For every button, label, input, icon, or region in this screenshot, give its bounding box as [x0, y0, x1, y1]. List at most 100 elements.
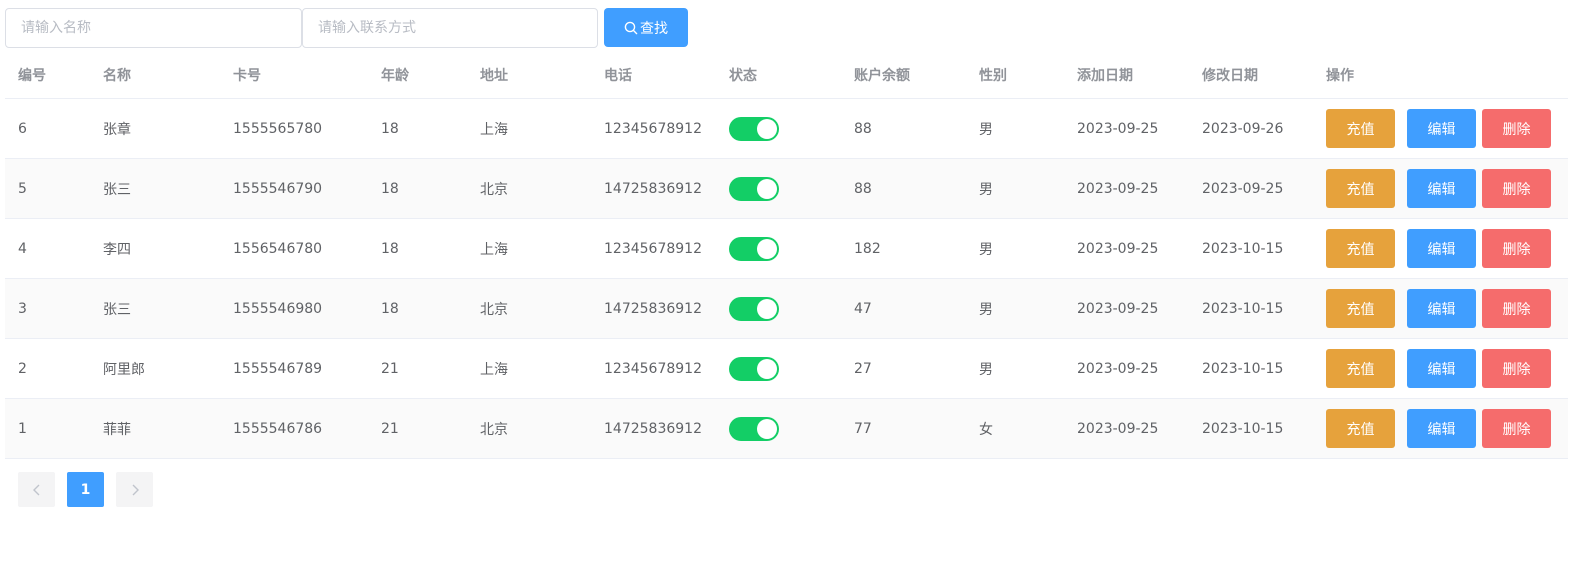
header-col-status: 状态 [729, 67, 757, 84]
status-toggle[interactable] [729, 237, 779, 261]
cell-address: 上海 [480, 361, 508, 378]
name-search-input[interactable] [5, 8, 302, 48]
delete-button[interactable]: 删除 [1482, 409, 1551, 448]
recharge-button[interactable]: 充值 [1326, 169, 1395, 208]
edit-button[interactable]: 编辑 [1407, 229, 1476, 268]
cell-id: 6 [18, 120, 27, 137]
recharge-button[interactable]: 充值 [1326, 409, 1395, 448]
status-toggle[interactable] [729, 117, 779, 141]
cell-address: 上海 [480, 241, 508, 258]
cell-card: 1555546980 [233, 300, 323, 317]
cell-address: 北京 [480, 421, 508, 438]
table-row: 3 张三 1555546980 18 北京 14725836912 47 男 2023-09-2… [5, 279, 1568, 339]
delete-button[interactable]: 删除 [1482, 289, 1551, 328]
table-row: 2 阿里郎 1555546789 21 上海 12345678912 27 男 2023-09-… [5, 339, 1568, 399]
cell-card: 1555565780 [233, 120, 323, 137]
cell-name: 阿里郎 [103, 361, 145, 378]
status-toggle[interactable] [729, 297, 779, 321]
page-number-button[interactable]: 1 [67, 472, 104, 507]
toggle-knob [757, 299, 777, 319]
recharge-button[interactable]: 充值 [1326, 349, 1395, 388]
cell-address: 北京 [480, 181, 508, 198]
cell-gender: 男 [979, 301, 993, 318]
toggle-knob [757, 419, 777, 439]
cell-card: 1555546790 [233, 180, 323, 197]
edit-button[interactable]: 编辑 [1407, 409, 1476, 448]
cell-phone: 14725836912 [604, 180, 702, 197]
cell-card: 1556546780 [233, 240, 323, 257]
header-col-id: 编号 [18, 67, 46, 84]
cell-id: 3 [18, 300, 27, 317]
edit-button[interactable]: 编辑 [1407, 349, 1476, 388]
delete-button[interactable]: 删除 [1482, 169, 1551, 208]
user-table: 编号 名称 卡号 年龄 地址 电话 状态 账户余额 性别 添加日期 修改日期 操作 6 张章 155556… [5, 51, 1568, 459]
cell-card: 1555546789 [233, 360, 323, 377]
cell-gender: 男 [979, 361, 993, 378]
status-toggle[interactable] [729, 417, 779, 441]
table-row: 4 李四 1556546780 18 上海 12345678912 182 男 2023-09-… [5, 219, 1568, 279]
cell-phone: 12345678912 [604, 240, 702, 257]
cell-card: 1555546786 [233, 420, 323, 437]
cell-id: 5 [18, 180, 27, 197]
prev-page-button[interactable] [18, 472, 55, 507]
toggle-knob [757, 119, 777, 139]
table-row: 1 菲菲 1555546786 21 北京 14725836912 77 女 2023-09-2… [5, 399, 1568, 459]
cell-modified: 2023-10-15 [1202, 420, 1284, 437]
header-col-phone: 电话 [604, 67, 632, 84]
cell-modified: 2023-10-15 [1202, 300, 1284, 317]
cell-name: 菲菲 [103, 421, 131, 438]
cell-age: 18 [381, 240, 399, 257]
cell-added: 2023-09-25 [1077, 420, 1159, 437]
cell-id: 1 [18, 420, 27, 437]
delete-button[interactable]: 删除 [1482, 229, 1551, 268]
status-toggle[interactable] [729, 177, 779, 201]
cell-age: 18 [381, 180, 399, 197]
cell-id: 4 [18, 240, 27, 257]
cell-address: 北京 [480, 301, 508, 318]
cell-balance: 88 [854, 180, 872, 197]
table-body: 6 张章 1555565780 18 上海 12345678912 88 男 2023-09-2… [5, 99, 1568, 459]
cell-phone: 12345678912 [604, 120, 702, 137]
table-header: 编号 名称 卡号 年龄 地址 电话 状态 账户余额 性别 添加日期 修改日期 操作 [5, 51, 1568, 99]
cell-gender: 男 [979, 241, 993, 258]
contact-search-input[interactable] [302, 8, 598, 48]
delete-button[interactable]: 删除 [1482, 109, 1551, 148]
status-toggle[interactable] [729, 357, 779, 381]
cell-gender: 男 [979, 181, 993, 198]
cell-balance: 88 [854, 120, 872, 137]
search-button[interactable]: 查找 [604, 8, 688, 47]
delete-button[interactable]: 删除 [1482, 349, 1551, 388]
cell-modified: 2023-10-15 [1202, 240, 1284, 257]
header-col-age: 年龄 [381, 67, 409, 84]
edit-button[interactable]: 编辑 [1407, 289, 1476, 328]
chevron-right-icon [132, 484, 139, 495]
cell-balance: 47 [854, 300, 872, 317]
recharge-button[interactable]: 充值 [1326, 289, 1395, 328]
table-row: 5 张三 1555546790 18 北京 14725836912 88 男 2023-09-2… [5, 159, 1568, 219]
cell-id: 2 [18, 360, 27, 377]
header-col-modified: 修改日期 [1202, 67, 1258, 84]
toggle-knob [757, 359, 777, 379]
cell-age: 21 [381, 360, 399, 377]
edit-button[interactable]: 编辑 [1407, 109, 1476, 148]
next-page-button[interactable] [116, 472, 153, 507]
header-col-gender: 性别 [979, 67, 1007, 84]
header-col-card: 卡号 [233, 67, 261, 84]
cell-gender: 男 [979, 121, 993, 138]
search-button-label: 查找 [640, 20, 668, 37]
cell-modified: 2023-09-25 [1202, 180, 1284, 197]
header-col-added: 添加日期 [1077, 67, 1133, 84]
cell-added: 2023-09-25 [1077, 120, 1159, 137]
cell-gender: 女 [979, 421, 993, 438]
header-col-actions: 操作 [1326, 67, 1354, 84]
cell-age: 21 [381, 420, 399, 437]
recharge-button[interactable]: 充值 [1326, 229, 1395, 268]
cell-phone: 12345678912 [604, 360, 702, 377]
header-col-name: 名称 [103, 67, 131, 84]
cell-modified: 2023-09-26 [1202, 120, 1284, 137]
edit-button[interactable]: 编辑 [1407, 169, 1476, 208]
cell-balance: 27 [854, 360, 872, 377]
cell-balance: 182 [854, 240, 881, 257]
cell-added: 2023-09-25 [1077, 240, 1159, 257]
recharge-button[interactable]: 充值 [1326, 109, 1395, 148]
